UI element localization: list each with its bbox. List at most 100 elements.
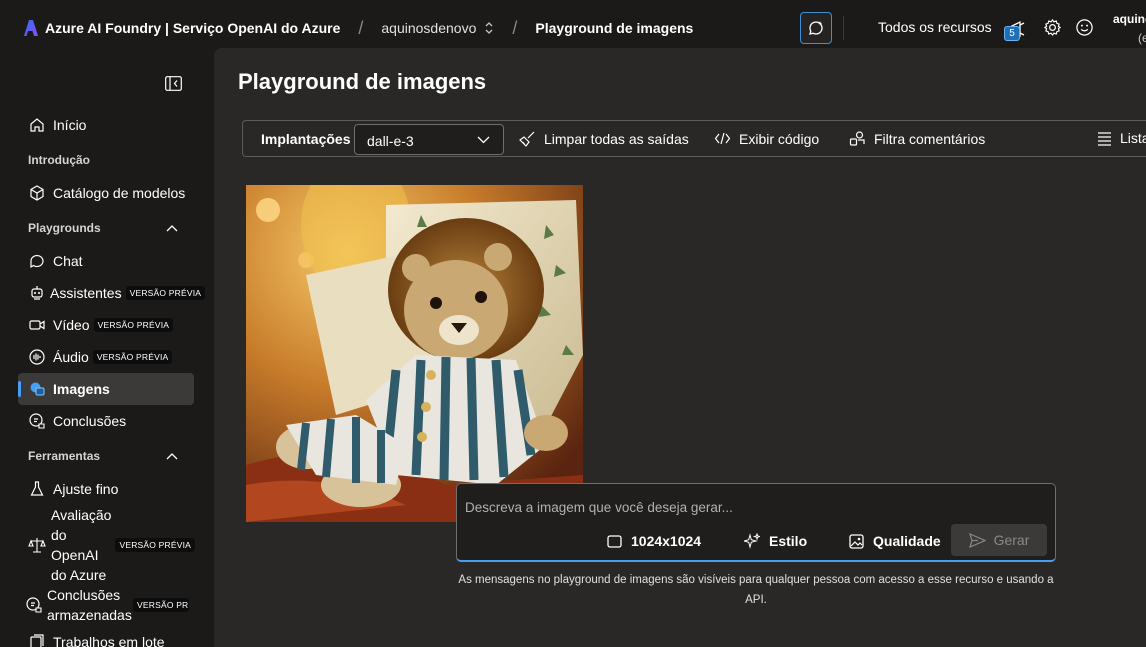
sidebar-item-label: Áudio <box>53 349 89 365</box>
sidebar-item-assistants[interactable]: Assistentes VERSÃO PRÉVIA <box>18 277 206 309</box>
stored-completions-icon <box>26 597 42 613</box>
copilot-icon <box>809 21 823 35</box>
label-line: armazenadas <box>47 607 132 623</box>
view-code-button[interactable]: Exibir código <box>714 130 819 147</box>
prompt-input[interactable] <box>465 496 1025 518</box>
view-code-label: Exibir código <box>739 130 820 147</box>
filter-person-icon <box>849 131 865 146</box>
sidebar-item-images[interactable]: Imagens <box>18 373 194 405</box>
list-button[interactable]: Lista <box>1097 130 1146 146</box>
home-icon <box>30 118 44 132</box>
label-line: Avaliação <box>51 507 112 523</box>
preview-badge: VERSÃO PRÉVIA <box>92 350 173 364</box>
video-camera-icon <box>29 320 45 330</box>
send-icon <box>968 532 986 548</box>
sidebar-item-label: Conclusões armazenadas <box>47 585 132 625</box>
toolbar: Implantações dall-e-3 Limpar todas as sa… <box>242 120 1146 157</box>
style-option-button[interactable]: Estilo <box>744 533 807 549</box>
prompt-box: 1024x1024 Estilo Qualidade Gerar <box>456 483 1056 562</box>
label-line: OpenAI <box>51 547 99 563</box>
preview-badge: VERSÃO PRÉVIA <box>93 318 174 332</box>
size-option-button[interactable]: 1024x1024 <box>607 533 701 549</box>
azure-logo-icon <box>24 20 38 36</box>
preview-badge: VERSÃO PRÉVIA <box>125 286 206 300</box>
batch-icon <box>30 634 44 647</box>
sidebar-item-label: Vídeo <box>53 317 90 333</box>
aspect-ratio-icon <box>607 534 622 548</box>
deployment-value: dall-e-3 <box>367 133 414 149</box>
sidebar-item-chat[interactable]: Chat <box>18 245 194 277</box>
preview-badge: VERSÃO PRÉV <box>133 598 189 612</box>
chevron-up-icon[interactable] <box>166 224 178 232</box>
list-label: Lista <box>1120 130 1146 146</box>
disclaimer-text: As mensagens no playground de imagens sã… <box>458 574 1054 606</box>
size-value: 1024x1024 <box>631 533 702 549</box>
section-intro: Introdução <box>28 153 90 167</box>
gear-icon[interactable] <box>1043 18 1062 37</box>
user-name[interactable]: aquino <box>1113 12 1146 26</box>
generate-button[interactable]: Gerar <box>951 524 1047 556</box>
sidebar-item-completions[interactable]: Conclusões <box>18 405 194 437</box>
deployments-label: Implantações <box>261 131 351 147</box>
robot-icon <box>31 286 43 300</box>
sidebar-item-label: Conclusões <box>53 413 127 429</box>
chevron-up-icon[interactable] <box>166 452 178 460</box>
sidebar-item-label: Trabalhos em lote <box>53 634 165 647</box>
images-icon <box>30 382 45 396</box>
sidebar-item-model-catalog[interactable]: Catálogo de modelos <box>18 177 194 209</box>
clear-outputs-button[interactable]: Limpar todas as saídas <box>519 130 689 147</box>
generated-lion-plush-image <box>246 185 583 522</box>
sidebar-item-label: Avaliação do OpenAI do Azure <box>51 505 111 585</box>
brand[interactable]: Azure AI Foundry | Serviço OpenAI do Azu… <box>24 20 340 36</box>
label-line: do <box>51 527 67 543</box>
quality-label: Qualidade <box>873 533 941 549</box>
sparkle-icon <box>744 533 760 549</box>
breadcrumb-current-page: Playground de imagens <box>535 20 694 36</box>
sidebar-item-label: Chat <box>53 253 83 269</box>
brand-title: Azure AI Foundry | Serviço OpenAI do Azu… <box>45 20 341 36</box>
list-icon <box>1098 131 1111 146</box>
clear-outputs-label: Limpar todas as saídas <box>544 130 689 147</box>
broom-icon <box>519 131 535 147</box>
sidebar: Início Introdução Catálogo de modelos Pl… <box>0 56 208 647</box>
sidebar-item-label: Catálogo de modelos <box>53 185 186 201</box>
sidebar-item-label: Ajuste fino <box>53 481 119 497</box>
generate-label: Gerar <box>993 532 1030 548</box>
feedback-smile-icon[interactable] <box>1075 18 1094 37</box>
collapse-sidebar-icon[interactable] <box>165 76 182 91</box>
sidebar-item-label: Início <box>53 117 87 133</box>
preview-badge: VERSÃO PRÉVIA <box>115 538 196 552</box>
sidebar-item-fine-tuning[interactable]: Ajuste fino <box>18 473 194 505</box>
project-switcher[interactable]: aquinosdenovo <box>381 20 494 36</box>
sidebar-item-evaluation[interactable]: Avaliação do OpenAI do Azure VERSÃO PRÉV… <box>18 505 196 585</box>
label-line: Conclusões <box>47 587 121 603</box>
quality-option-button[interactable]: Qualidade <box>849 533 941 549</box>
deployment-select[interactable]: dall-e-3 <box>354 124 504 155</box>
label-line: do Azure <box>51 567 107 583</box>
header-divider <box>843 16 844 40</box>
sidebar-item-label: Assistentes <box>50 285 122 301</box>
copilot-button[interactable] <box>800 12 832 44</box>
sidebar-item-video[interactable]: Vídeo VERSÃO PRÉVIA <box>18 309 194 341</box>
scale-icon <box>28 538 46 553</box>
section-playgrounds: Playgrounds <box>28 221 101 235</box>
sidebar-item-batch-jobs[interactable]: Trabalhos em lote <box>18 626 194 647</box>
breadcrumb-separator: / <box>512 17 518 38</box>
user-subtitle: (e <box>1138 31 1146 45</box>
audio-wave-icon <box>29 349 45 365</box>
filter-comments-label: Filtra comentários <box>874 130 986 147</box>
sidebar-item-label: Imagens <box>53 381 110 397</box>
project-name: aquinosdenovo <box>381 20 477 36</box>
generated-image[interactable] <box>246 185 583 522</box>
image-quality-icon <box>849 533 864 549</box>
all-resources-link[interactable]: Todos os recursos <box>878 19 992 35</box>
chevron-down-icon <box>477 136 490 144</box>
sidebar-item-audio[interactable]: Áudio VERSÃO PRÉVIA <box>18 341 194 373</box>
filter-comments-button[interactable]: Filtra comentários <box>849 130 985 147</box>
notification-badge: 5 <box>1004 26 1020 41</box>
flask-icon <box>30 481 44 496</box>
sidebar-item-stored-completions[interactable]: Conclusões armazenadas VERSÃO PRÉV <box>18 585 194 625</box>
chevron-updown-icon <box>485 22 493 34</box>
chat-icon <box>30 254 44 269</box>
sidebar-item-inicio[interactable]: Início <box>18 109 194 141</box>
